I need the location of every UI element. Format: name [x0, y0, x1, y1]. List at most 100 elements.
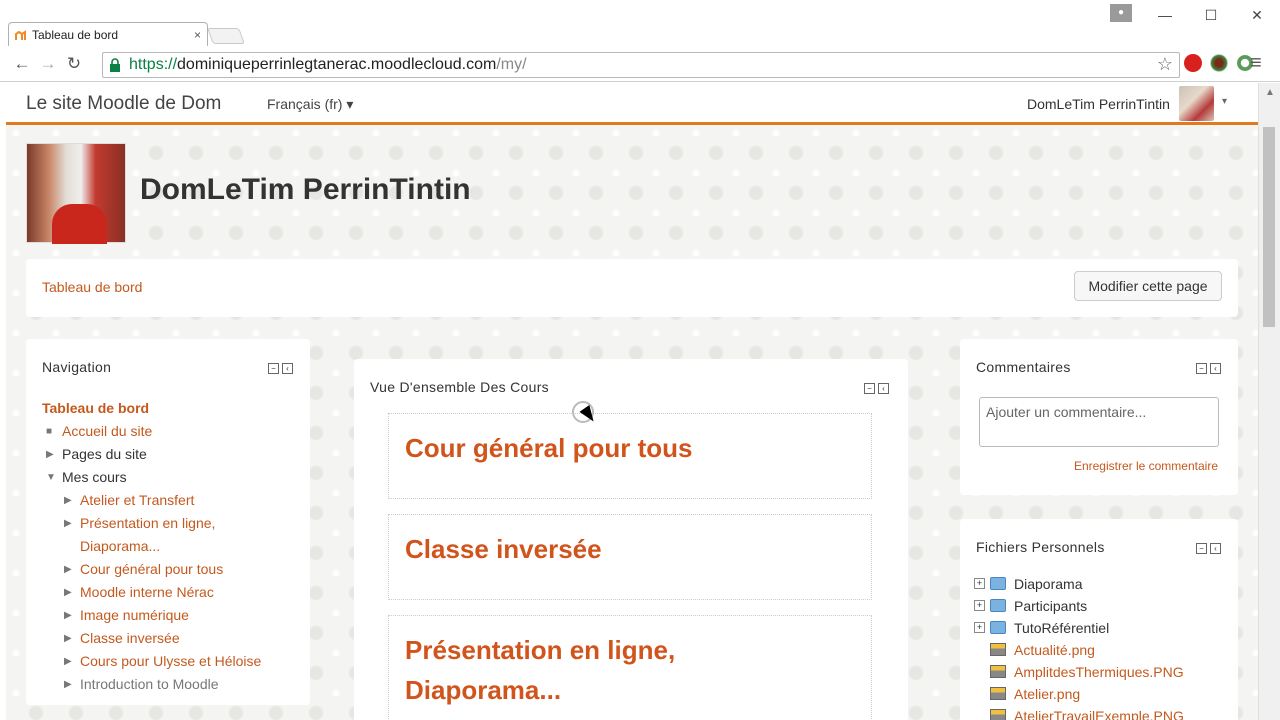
- sidebar-item-label[interactable]: Présentation en ligne,: [80, 512, 215, 535]
- extension-red-icon[interactable]: [1184, 54, 1202, 72]
- dock-icon[interactable]: ‹: [282, 363, 293, 374]
- file-name[interactable]: Diaporama: [1014, 573, 1082, 595]
- sidebar-item-label[interactable]: Cour général pour tous: [80, 558, 223, 581]
- course-card[interactable]: Cour général pour tous: [388, 413, 872, 499]
- sidebar-item-label[interactable]: Moodle interne Nérac: [80, 581, 214, 604]
- collapse-icon[interactable]: −: [864, 383, 875, 394]
- breadcrumb[interactable]: Tableau de bord: [42, 279, 142, 295]
- browser-menu-icon[interactable]: ≡: [1250, 52, 1262, 75]
- tab-close-icon[interactable]: ×: [194, 28, 201, 42]
- reload-icon[interactable]: ↻: [61, 54, 87, 74]
- dock-icon[interactable]: ‹: [1210, 363, 1221, 374]
- collapse-icon[interactable]: −: [1196, 363, 1207, 374]
- comments-title: Commentaires: [976, 359, 1071, 375]
- course-card[interactable]: Présentation en ligne, Diaporama...: [388, 615, 872, 720]
- sidebar-item[interactable]: Diaporama...: [42, 535, 302, 558]
- sidebar-item[interactable]: ■ Accueil du site: [42, 420, 302, 443]
- list-item[interactable]: + Participants: [974, 595, 1224, 617]
- page-viewport: Le site Moodle de Dom Français (fr) ▾ Do…: [6, 83, 1258, 720]
- sidebar-item-label[interactable]: Cours pour Ulysse et Héloise: [80, 650, 261, 673]
- file-name[interactable]: TutoRéférentiel: [1014, 617, 1109, 639]
- sidebar-item-label[interactable]: Tableau de bord: [42, 397, 149, 420]
- back-icon[interactable]: ←: [9, 54, 35, 74]
- sidebar-item[interactable]: ▶ Classe inversée: [42, 627, 302, 650]
- address-bar[interactable]: https://dominiqueperrinlegtanerac.moodle…: [102, 52, 1180, 78]
- collapse-icon[interactable]: −: [268, 363, 279, 374]
- dock-icon[interactable]: ‹: [878, 383, 889, 394]
- maximize-icon[interactable]: ☐: [1188, 7, 1234, 24]
- list-item[interactable]: Actualité.png: [974, 639, 1224, 661]
- sidebar-item[interactable]: ▶ Introduction to Moodle: [42, 673, 302, 696]
- expanded-arrow-icon[interactable]: ▼: [46, 466, 56, 489]
- collapsed-arrow-icon[interactable]: ▶: [64, 604, 72, 627]
- extension-icons: [1184, 54, 1254, 72]
- course-card[interactable]: Classe inversée: [388, 514, 872, 600]
- collapse-icon[interactable]: −: [1196, 543, 1207, 554]
- expand-icon[interactable]: +: [974, 578, 985, 589]
- list-item[interactable]: + TutoRéférentiel: [974, 617, 1224, 639]
- bookmark-star-icon[interactable]: ☆: [1157, 54, 1173, 75]
- sidebar-item-label[interactable]: Mes cours: [62, 466, 127, 489]
- course-title[interactable]: Classe inversée: [405, 529, 602, 569]
- forward-icon[interactable]: →: [35, 54, 61, 74]
- sidebar-item-label[interactable]: Introduction to Moodle: [80, 673, 219, 696]
- tab-dashboard[interactable]: Tableau de bord ×: [8, 22, 208, 46]
- collapsed-arrow-icon[interactable]: ▶: [46, 443, 54, 466]
- list-item[interactable]: Atelier.png: [974, 683, 1224, 705]
- edit-page-button[interactable]: Modifier cette page: [1074, 271, 1222, 301]
- dock-icon[interactable]: ‹: [1210, 543, 1221, 554]
- collapsed-arrow-icon[interactable]: ▶: [64, 627, 72, 650]
- collapsed-arrow-icon[interactable]: ▶: [64, 489, 72, 512]
- sidebar-item[interactable]: ▶ Image numérique: [42, 604, 302, 627]
- course-title[interactable]: Présentation en ligne,: [405, 630, 675, 670]
- file-name[interactable]: Atelier.png: [1014, 683, 1080, 705]
- sidebar-item-label[interactable]: Accueil du site: [62, 420, 152, 443]
- sidebar-item-label[interactable]: Classe inversée: [80, 627, 180, 650]
- browser-profile-icon[interactable]: ●: [1110, 4, 1132, 22]
- expand-icon[interactable]: +: [974, 600, 985, 611]
- language-menu[interactable]: Français (fr) ▾: [267, 96, 353, 113]
- collapsed-arrow-icon[interactable]: ▶: [64, 512, 72, 535]
- expand-icon[interactable]: +: [974, 622, 985, 633]
- course-title-line2[interactable]: Diaporama...: [405, 670, 561, 710]
- new-tab-button[interactable]: [207, 28, 245, 44]
- file-name[interactable]: AmplitdesThermiques.PNG: [1014, 661, 1184, 683]
- sidebar-item[interactable]: Tableau de bord: [42, 397, 302, 420]
- sidebar-item[interactable]: ▶ Atelier et Transfert: [42, 489, 302, 512]
- sidebar-item-label[interactable]: Image numérique: [80, 604, 189, 627]
- file-name[interactable]: AtelierTravailExemple.PNG: [1014, 705, 1184, 720]
- close-window-icon[interactable]: ✕: [1234, 7, 1280, 24]
- sidebar-item-label[interactable]: Diaporama...: [80, 535, 160, 558]
- sidebar-item[interactable]: ▶ Pages du site: [42, 443, 302, 466]
- user-menu-name[interactable]: DomLeTim PerrinTintin: [1027, 96, 1170, 112]
- scrollbar-thumb[interactable]: [1263, 127, 1275, 327]
- sidebar-item-label[interactable]: Pages du site: [62, 443, 147, 466]
- sidebar-item[interactable]: ▶ Cours pour Ulysse et Héloise: [42, 650, 302, 673]
- sidebar-item[interactable]: ▶ Moodle interne Nérac: [42, 581, 302, 604]
- list-item[interactable]: AmplitdesThermiques.PNG: [974, 661, 1224, 683]
- page-scrollbar[interactable]: ▲: [1258, 83, 1280, 720]
- list-item[interactable]: + Diaporama: [974, 573, 1224, 595]
- collapsed-arrow-icon[interactable]: ▶: [64, 581, 72, 604]
- file-name[interactable]: Actualité.png: [1014, 639, 1095, 661]
- minimize-icon[interactable]: —: [1142, 7, 1188, 23]
- sidebar-item[interactable]: ▼ Mes cours: [42, 466, 302, 489]
- url-path: /my/: [496, 56, 527, 73]
- collapsed-arrow-icon[interactable]: ▶: [64, 650, 72, 673]
- list-item[interactable]: AtelierTravailExemple.PNG: [974, 705, 1224, 720]
- user-menu-caret-icon[interactable]: ▾: [1222, 96, 1227, 107]
- extension-globe-icon[interactable]: [1210, 54, 1228, 72]
- comment-textarea[interactable]: Ajouter un commentaire...: [979, 397, 1219, 447]
- collapsed-arrow-icon[interactable]: ▶: [64, 558, 72, 581]
- collapsed-arrow-icon[interactable]: ▶: [64, 673, 72, 696]
- sidebar-item[interactable]: ▶ Présentation en ligne,: [42, 512, 302, 535]
- save-comment-link[interactable]: Enregistrer le commentaire: [1074, 459, 1218, 473]
- site-name-link[interactable]: Le site Moodle de Dom: [26, 93, 221, 115]
- sidebar-item-label[interactable]: Atelier et Transfert: [80, 489, 194, 512]
- browser-window: Tableau de bord × ● — ☐ ✕ ← → ↻ https://…: [0, 0, 1280, 720]
- scroll-up-icon[interactable]: ▲: [1265, 87, 1275, 98]
- avatar[interactable]: [1179, 86, 1214, 121]
- course-title[interactable]: Cour général pour tous: [405, 428, 692, 468]
- sidebar-item[interactable]: ▶ Cour général pour tous: [42, 558, 302, 581]
- file-name[interactable]: Participants: [1014, 595, 1087, 617]
